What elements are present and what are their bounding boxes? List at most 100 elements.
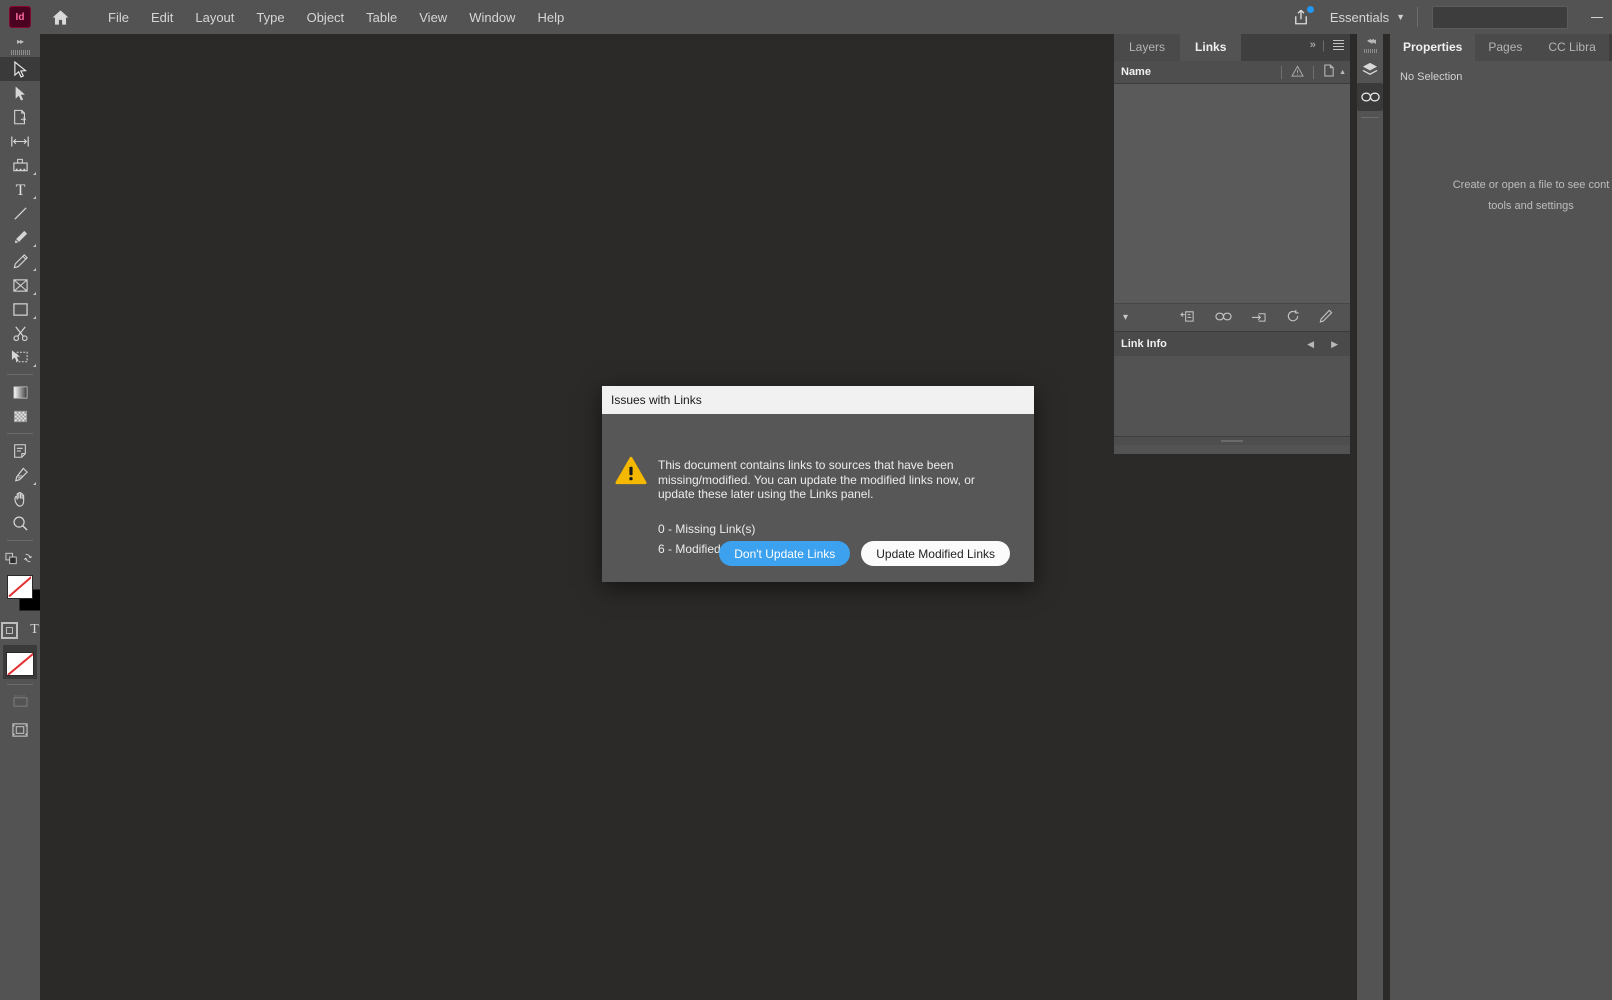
warning-triangle-icon <box>615 456 647 488</box>
edit-original-icon[interactable] <box>1319 309 1333 326</box>
menu-layout[interactable]: Layout <box>184 6 245 29</box>
rail-divider <box>1361 117 1379 118</box>
hint-line-1: Create or open a file to see cont <box>1452 179 1610 191</box>
tab-layers[interactable]: Layers <box>1114 34 1181 61</box>
preview-mode-button[interactable] <box>0 718 40 742</box>
flyout-indicator <box>33 364 36 367</box>
toolbar-divider <box>7 684 33 685</box>
update-modified-links-button[interactable]: Update Modified Links <box>861 541 1010 566</box>
go-to-link-icon[interactable] <box>1215 311 1232 325</box>
content-collector-tool[interactable] <box>0 153 40 177</box>
gradient-swatch-tool[interactable] <box>0 380 40 404</box>
column-header-name[interactable]: Name <box>1114 66 1151 78</box>
links-panel-tabs: Layers Links » | <box>1114 34 1350 61</box>
canvas-bottom-area <box>40 964 1350 1000</box>
flyout-indicator <box>33 292 36 295</box>
pen-tool[interactable] <box>0 225 40 249</box>
dialog-body: This document contains links to sources … <box>602 414 1034 582</box>
indesign-logo-icon: Id <box>9 6 31 28</box>
scissors-tool[interactable] <box>0 321 40 345</box>
menu-edit[interactable]: Edit <box>140 6 184 29</box>
links-column-header: Name ▲ <box>1114 61 1350 84</box>
links-rail-button[interactable] <box>1357 83 1383 111</box>
panel-resize-handle[interactable] <box>1114 436 1350 445</box>
rail-drag-grip[interactable] <box>1357 46 1383 55</box>
tab-pages[interactable]: Pages <box>1475 34 1536 61</box>
menu-view[interactable]: View <box>408 6 458 29</box>
column-header-icons: ▲ <box>1272 61 1346 83</box>
relink-icon[interactable] <box>1180 309 1196 326</box>
sort-caret-icon[interactable]: ▲ <box>1339 69 1346 76</box>
toolbar-drag-grip[interactable] <box>0 48 40 57</box>
gap-tool[interactable] <box>0 129 40 153</box>
screen-mode-button[interactable] <box>0 690 40 714</box>
warning-triangle-icon[interactable] <box>1291 64 1304 80</box>
workspace-switcher[interactable]: Essentials ▼ <box>1330 10 1405 25</box>
missing-links-count: 0 - Missing Link(s) <box>658 522 756 536</box>
formatting-affects-container-icon[interactable] <box>1 621 19 639</box>
hand-tool[interactable] <box>0 487 40 511</box>
dialog-buttons: Don't Update Links Update Modified Links <box>719 541 1010 566</box>
page-number-icon[interactable] <box>1323 64 1335 80</box>
layers-rail-button[interactable] <box>1357 55 1383 83</box>
menu-object[interactable]: Object <box>296 6 356 29</box>
flyout-indicator <box>33 268 36 271</box>
eyedropper-tool[interactable] <box>0 463 40 487</box>
left-caret-icon[interactable]: ◀ <box>1307 339 1314 350</box>
tab-cc-libraries[interactable]: CC Libra <box>1535 34 1609 61</box>
chevron-down-icon[interactable]: ▾ <box>1123 312 1128 323</box>
menu-help[interactable]: Help <box>526 6 575 29</box>
zoom-tool[interactable] <box>0 511 40 535</box>
toolbar-divider <box>7 374 33 375</box>
right-caret-icon[interactable]: ▶ <box>1331 339 1338 350</box>
link-info-header[interactable]: Link Info ◀ ▶ <box>1114 331 1350 356</box>
properties-empty-hint: Create or open a file to see cont tools … <box>1390 175 1612 217</box>
links-list[interactable] <box>1114 84 1350 303</box>
fill-stroke-swatches[interactable] <box>0 573 43 619</box>
gradient-feather-tool[interactable] <box>0 404 40 428</box>
link-info-body <box>1114 356 1350 436</box>
menu-table[interactable]: Table <box>355 6 408 29</box>
flyout-indicator <box>33 316 36 319</box>
line-tool[interactable] <box>0 201 40 225</box>
menu-window[interactable]: Window <box>458 6 526 29</box>
menu-type[interactable]: Type <box>245 6 295 29</box>
double-chevron-right-icon[interactable]: » <box>1310 39 1316 51</box>
selection-tool[interactable] <box>0 57 40 81</box>
menu-file[interactable]: File <box>97 6 140 29</box>
type-tool[interactable]: T <box>0 177 40 201</box>
links-panel-footer: ▾ <box>1114 303 1350 331</box>
svg-text:T: T <box>15 182 25 198</box>
minimize-icon <box>1591 16 1603 18</box>
rectangle-tool[interactable] <box>0 297 40 321</box>
toolbar-expand-icon[interactable]: ▸▸ <box>0 34 40 48</box>
refresh-link-icon[interactable] <box>1286 309 1300 326</box>
home-icon[interactable] <box>43 0 77 34</box>
apply-none-button[interactable] <box>3 645 37 679</box>
direct-selection-tool[interactable] <box>0 81 40 105</box>
chevron-down-icon: ▼ <box>1396 12 1405 22</box>
formatting-affects-text-icon[interactable]: T <box>30 622 39 638</box>
tab-links[interactable]: Links <box>1180 34 1242 61</box>
panels-collapse-icon[interactable]: ◂◂ <box>1368 36 1376 47</box>
rectangle-frame-tool[interactable] <box>0 273 40 297</box>
free-transform-tool[interactable] <box>0 345 40 369</box>
tab-properties[interactable]: Properties <box>1390 34 1476 61</box>
menu-bar-right: Essentials ▼ <box>1286 0 1612 34</box>
properties-panel: Properties Pages CC Libra No Selection C… <box>1390 34 1612 1000</box>
flyout-indicator <box>33 172 36 175</box>
flyout-indicator <box>33 196 36 199</box>
search-input[interactable] <box>1432 5 1568 29</box>
dont-update-links-button[interactable]: Don't Update Links <box>719 541 851 566</box>
page-tool[interactable] <box>0 105 40 129</box>
share-upload-icon[interactable] <box>1286 2 1316 32</box>
pencil-tool[interactable] <box>0 249 40 273</box>
hint-line-2: tools and settings <box>1488 200 1574 212</box>
minimize-button[interactable] <box>1582 0 1612 34</box>
issues-with-links-dialog: Issues with Links This document contains… <box>602 386 1034 582</box>
fill-stroke-controls[interactable] <box>0 546 40 570</box>
flyout-indicator <box>33 482 36 485</box>
panel-menu-icon[interactable] <box>1333 40 1344 50</box>
note-tool[interactable] <box>0 439 40 463</box>
update-link-icon[interactable] <box>1251 310 1267 326</box>
